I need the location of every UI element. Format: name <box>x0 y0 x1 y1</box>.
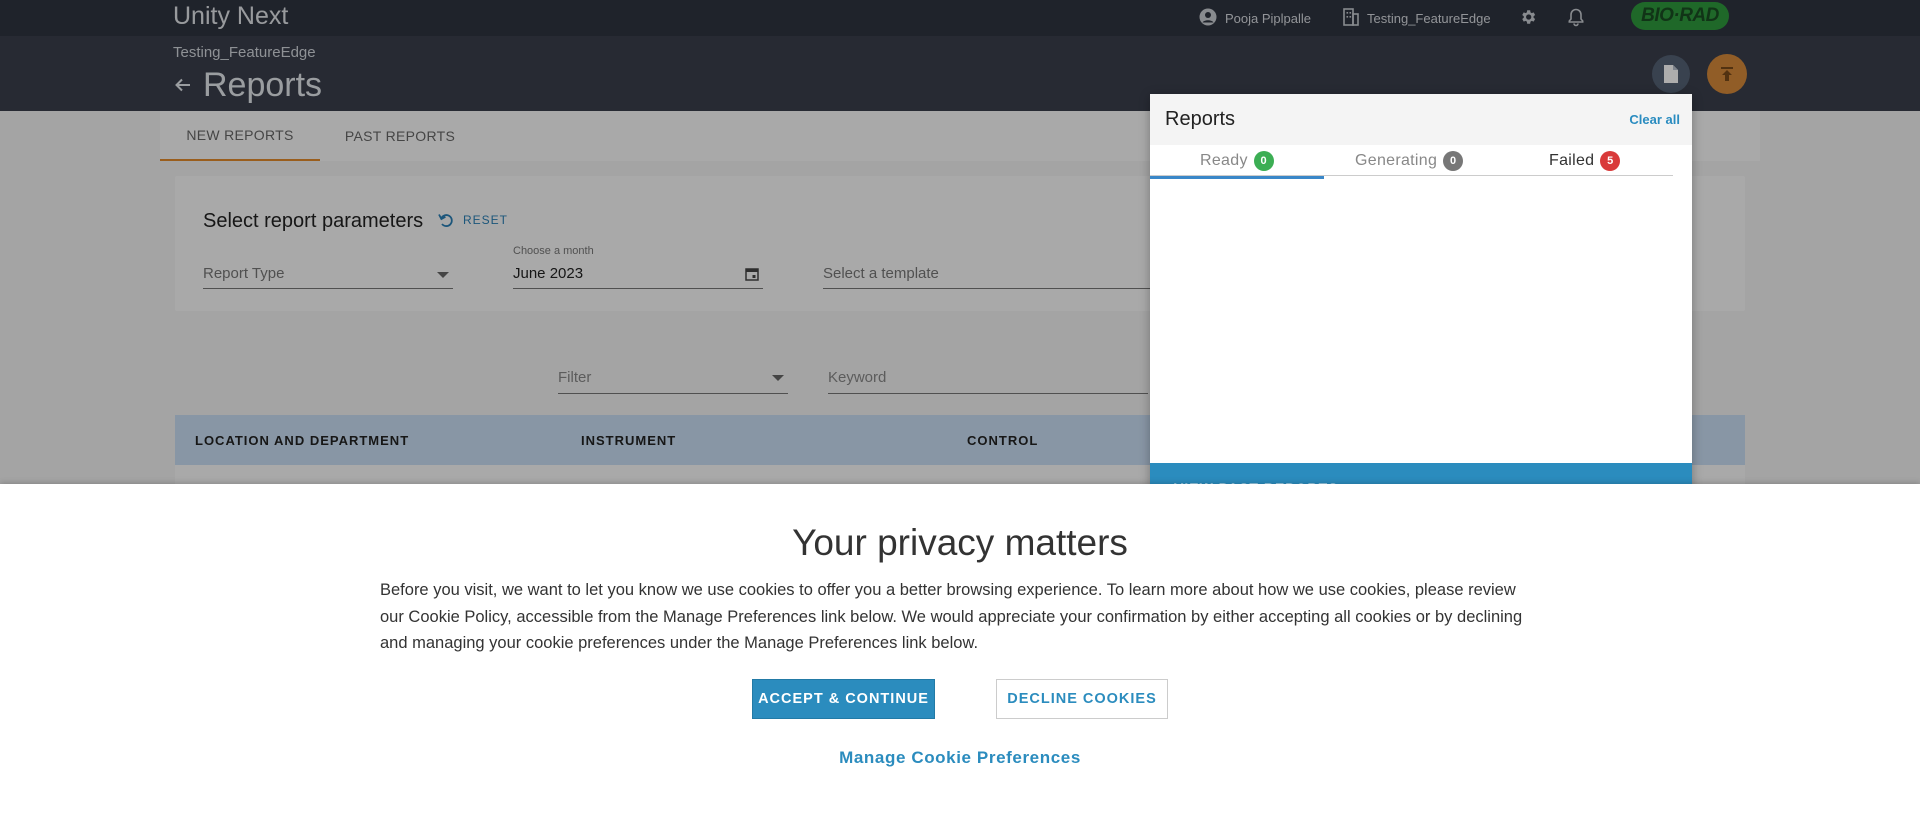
tab-generating[interactable]: Generating 0 <box>1355 145 1464 176</box>
reports-panel-title: Reports <box>1165 108 1236 130</box>
accept-continue-button[interactable]: ACCEPT & CONTINUE <box>752 679 935 719</box>
tab-failed-label: Failed <box>1549 151 1595 169</box>
privacy-title: Your privacy matters <box>792 522 1128 563</box>
privacy-text: Before you visit, we want to let you kno… <box>380 581 1523 652</box>
cookie-consent-banner: Your privacy matters Before you visit, w… <box>0 484 1920 834</box>
tab-ready[interactable]: Ready 0 <box>1200 145 1274 176</box>
tab-failed[interactable]: Failed 5 <box>1549 145 1621 176</box>
tab-generating-label: Generating <box>1355 151 1438 169</box>
manage-cookie-preferences-link[interactable]: Manage Cookie Preferences <box>0 748 1920 768</box>
tab-ready-label: Ready <box>1200 151 1248 169</box>
clear-all-link[interactable]: Clear all <box>1629 112 1680 127</box>
reports-panel-header: Reports Clear all <box>1150 94 1692 145</box>
active-tab-indicator <box>1150 176 1324 179</box>
reports-panel: Reports Clear all Ready 0 Generating 0 F… <box>1150 94 1692 513</box>
decline-cookies-button[interactable]: DECLINE COOKIES <box>996 679 1168 719</box>
reports-status-tabs: Ready 0 Generating 0 Failed 5 <box>1150 145 1673 176</box>
generating-count-badge: 0 <box>1443 150 1464 171</box>
ready-count-badge: 0 <box>1253 150 1274 171</box>
failed-count-badge: 5 <box>1600 150 1621 171</box>
